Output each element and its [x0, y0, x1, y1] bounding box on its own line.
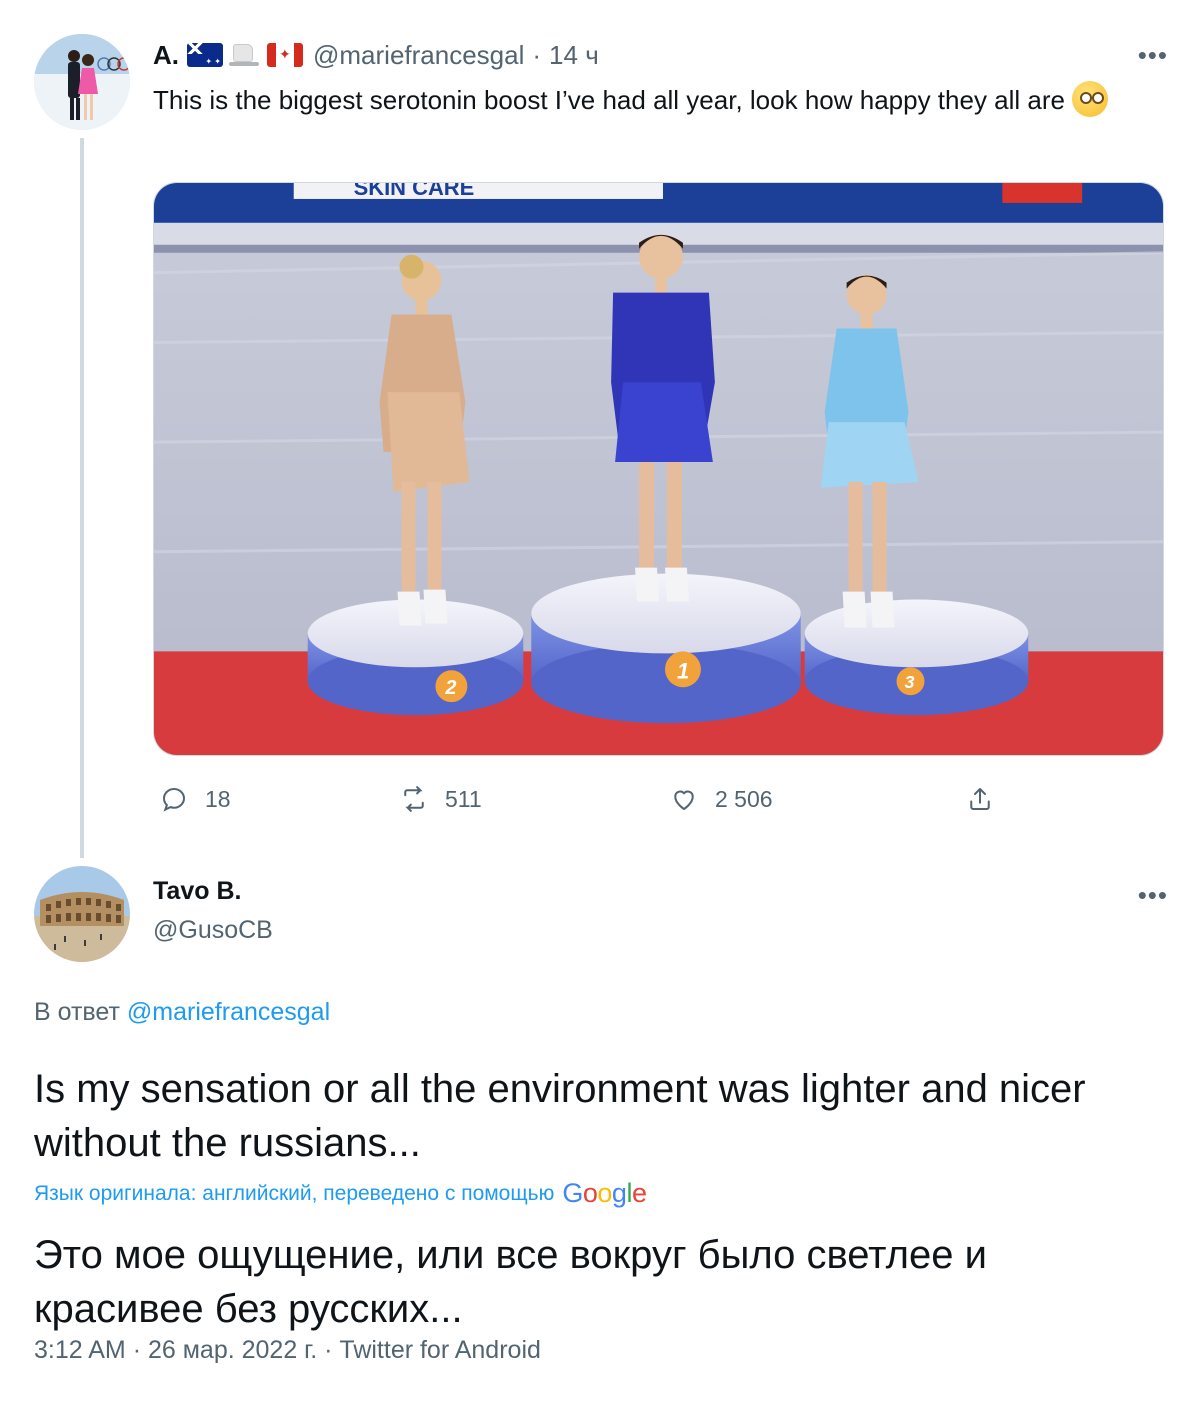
reply-button[interactable]: 18 [159, 784, 231, 814]
podium-1-number: 1 [677, 658, 689, 683]
tweet-actions: 18 511 2 506 [153, 784, 1013, 820]
more-options-icon[interactable]: ••• [1138, 40, 1168, 71]
reply-handle[interactable]: @GusoCB [153, 916, 273, 945]
parent-handle[interactable]: @mariefrancesgal [313, 40, 524, 71]
parent-display-name[interactable]: A. [153, 40, 179, 71]
canada-flag-icon [267, 43, 303, 67]
tweet-metadata: 3:12 AM · 26 мар. 2022 г. · Twitter for … [34, 1336, 541, 1365]
podium-2-number: 2 [444, 677, 456, 699]
retweet-button[interactable]: 511 [399, 784, 482, 814]
parent-tweet-text: This is the biggest serotonin boost I’ve… [153, 80, 1173, 120]
replying-to-line: В ответ @mariefrancesgal [34, 998, 330, 1027]
name-emoji-flags [187, 42, 303, 68]
avatar-colosseum-image [34, 866, 130, 962]
header-separator: · [532, 39, 542, 70]
podium-3-number: 3 [905, 672, 915, 692]
avatar-skaters-image [34, 34, 130, 130]
translated-tweet-text: Это мое ощущение, или все вокруг было св… [34, 1233, 987, 1331]
parent-tweet[interactable]: A. @mariefrancesgal · 14 ч ••• This is t… [0, 0, 1198, 860]
translation-notice[interactable]: Язык оригинала: английский, переведено с… [34, 1178, 647, 1209]
reply-avatar[interactable] [34, 866, 130, 962]
like-count: 2 506 [715, 785, 773, 812]
parent-tweet-header: A. @mariefrancesgal · 14 ч [153, 38, 599, 72]
translation-note-text: Язык оригинала: английский, переведено с… [34, 1181, 555, 1205]
reply-more-options-icon[interactable]: ••• [1138, 880, 1168, 911]
australia-flag-icon [187, 43, 223, 67]
heart-icon [674, 790, 694, 811]
meta-separator-2: · [324, 1336, 333, 1364]
like-button[interactable]: 2 506 [669, 784, 773, 814]
parent-avatar[interactable] [34, 34, 130, 130]
tweet-source: Twitter for Android [339, 1336, 541, 1364]
retweet-icon [404, 786, 424, 812]
reply-count: 18 [205, 785, 231, 812]
replying-to-label: В ответ [34, 998, 120, 1026]
podium-photo: SKIN CARE 2 3 1 [154, 183, 1163, 755]
parent-timestamp[interactable]: 14 ч [549, 40, 599, 71]
ice-skate-icon [227, 42, 263, 68]
meta-separator-1: · [132, 1336, 142, 1364]
reply-display-name[interactable]: Tavo B. [153, 877, 241, 906]
tweet-time[interactable]: 3:12 AM [34, 1336, 126, 1364]
share-button[interactable] [965, 784, 995, 814]
reply-icon [162, 787, 186, 812]
tweet-date[interactable]: 26 мар. 2022 г. [148, 1336, 317, 1364]
reply-tweet-text: Is my sensation or all the environment w… [34, 1067, 1086, 1165]
share-icon [970, 788, 990, 810]
retweet-count: 511 [445, 785, 482, 812]
banner-text: SKIN CARE [354, 183, 475, 200]
thread-connector-line [80, 138, 84, 858]
tweet-media-photo[interactable]: SKIN CARE 2 3 1 [153, 182, 1164, 756]
face-with-rolling-eyes-icon [1072, 81, 1109, 117]
replying-to-mention-link[interactable]: @mariefrancesgal [127, 998, 330, 1026]
parent-tweet-body: This is the biggest serotonin boost I’ve… [153, 85, 1065, 115]
google-logo: Google [562, 1178, 647, 1208]
